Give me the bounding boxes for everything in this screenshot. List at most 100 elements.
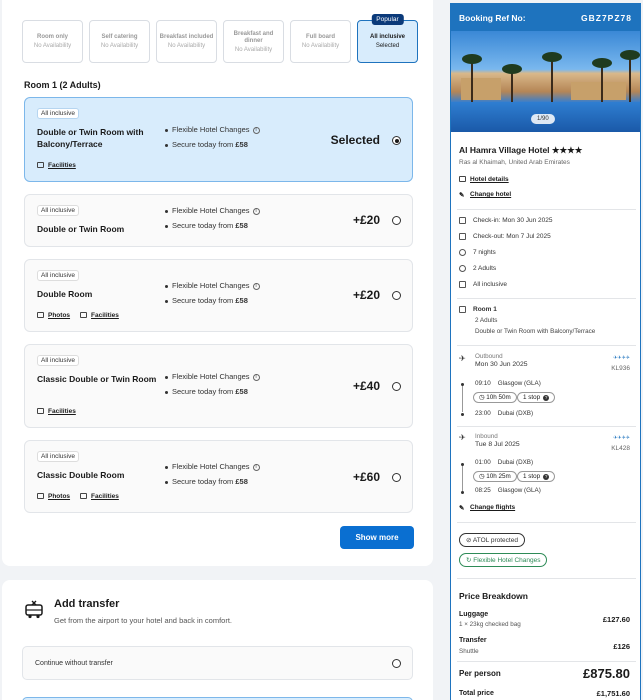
timeline-dot	[461, 463, 464, 466]
info-icon[interactable]: i	[252, 373, 260, 381]
room-name: Classic Double or Twin Room	[37, 374, 157, 384]
transfer-sub: Shuttle	[459, 648, 479, 655]
board-self-catering[interactable]: Self catering No Availability	[89, 20, 150, 63]
board-options: Room only No Availability Self catering …	[22, 14, 418, 63]
change-flights-link[interactable]: ✎ Change flights	[459, 504, 515, 513]
feature-secure: Secure today from £58	[165, 296, 248, 305]
feature-flexible: Flexible Hotel Changes i	[165, 281, 260, 290]
feature-secure: Secure today from £58	[165, 387, 248, 396]
show-more-button[interactable]: Show more	[340, 526, 414, 549]
board-tag: All inclusive	[37, 205, 79, 216]
room-name: Double or Twin Room	[37, 224, 125, 234]
booking-ref-code: GBZ7PZ78	[581, 12, 632, 23]
facilities-link[interactable]: Facilities	[80, 312, 119, 319]
room-radio[interactable]	[392, 136, 401, 145]
photos-icon	[37, 312, 44, 319]
info-icon[interactable]: i	[252, 207, 260, 215]
room-option[interactable]: All inclusive Double or Twin Room Flexib…	[24, 194, 413, 247]
transfer-radio[interactable]	[392, 659, 401, 668]
room-type: Double or Twin Room with Balcony/Terrace	[475, 328, 596, 335]
facilities-icon	[37, 408, 44, 415]
booking-summary: Booking Ref No: GBZ7PZ78 1/90 Al Hamra V…	[450, 3, 641, 700]
inbound-stops[interactable]: 1 stop?	[517, 471, 556, 482]
timeline	[462, 384, 463, 412]
room-option[interactable]: All inclusive Double Room Flexible Hotel…	[24, 259, 413, 332]
check-in: Check-in: Mon 30 Jun 2025	[459, 217, 553, 224]
room-title: Room 1	[459, 306, 497, 313]
divider	[457, 209, 636, 210]
photos-link[interactable]: Photos	[37, 493, 70, 500]
image-counter: 1/90	[531, 114, 555, 124]
room-name: Classic Double Room	[37, 470, 125, 480]
flex-badge: ↻ Flexible Hotel Changes	[459, 553, 548, 567]
board-breakfast-included[interactable]: Breakfast included No Availability	[156, 20, 217, 63]
bed-icon	[459, 306, 466, 313]
board-tag: All inclusive	[37, 108, 79, 119]
change-hotel-link[interactable]: ✎ Change hotel	[459, 191, 511, 200]
room-heading: Room 1 (2 Adults)	[24, 80, 101, 90]
feature-secure: Secure today from £58	[165, 140, 248, 149]
facilities-link[interactable]: Facilities	[80, 493, 119, 500]
board-name: Breakfast and dinner	[233, 30, 274, 44]
info-icon[interactable]: i	[252, 463, 260, 471]
booking-ref-bar: Booking Ref No: GBZ7PZ78	[451, 4, 640, 31]
plane-icon: ✈	[459, 433, 466, 442]
facilities-link[interactable]: Facilities	[37, 408, 76, 415]
timeline	[462, 463, 463, 491]
board-name: Self catering	[101, 34, 138, 40]
photos-link[interactable]: Photos	[37, 312, 70, 319]
outbound-dep: 09:10 Glasgow (GLA)	[475, 380, 541, 387]
room-name: Double Room	[37, 289, 93, 299]
people-icon	[459, 265, 466, 272]
check-out: Check-out: Mon 7 Jul 2025	[459, 233, 551, 240]
airline-logo-icon: ✈✈✈✈	[613, 435, 630, 441]
board-status: No Availability	[100, 43, 139, 49]
timeline-dot	[461, 491, 464, 494]
board-all-inclusive[interactable]: Popular All inclusive Selected	[357, 14, 418, 63]
board-status: No Availability	[33, 43, 72, 49]
outbound-flight: KL936	[611, 365, 630, 372]
board-name: Full board	[306, 34, 335, 40]
transfer-option-none[interactable]: Continue without transfer	[22, 646, 413, 680]
info-icon[interactable]: i	[252, 282, 260, 290]
facilities-icon	[37, 162, 44, 169]
room-links: Facilities	[37, 408, 76, 415]
divider	[457, 522, 636, 523]
outbound-stops[interactable]: 1 stop?	[517, 392, 556, 403]
hotel-image[interactable]: 1/90	[451, 31, 640, 132]
room-radio[interactable]	[392, 473, 401, 482]
divider	[457, 426, 636, 427]
transfer-label: Transfer	[459, 637, 487, 644]
calendar-icon	[459, 233, 466, 240]
room-option[interactable]: All inclusive Classic Double Room Flexib…	[24, 440, 413, 513]
room-option[interactable]: All inclusive Double or Twin Room with B…	[24, 97, 413, 182]
room-radio[interactable]	[392, 216, 401, 225]
divider	[457, 345, 636, 346]
room-option[interactable]: All inclusive Classic Double or Twin Roo…	[24, 344, 413, 428]
luggage-price: £127.60	[602, 615, 630, 624]
facilities-icon	[80, 312, 88, 319]
board-tag: All inclusive	[37, 451, 79, 462]
board-type: All inclusive	[459, 281, 507, 288]
pencil-icon: ✎	[459, 192, 465, 200]
pencil-icon: ✎	[459, 505, 465, 513]
board-room-only[interactable]: Room only No Availability	[22, 20, 83, 63]
board-breakfast-dinner[interactable]: Breakfast and dinner No Availability	[223, 20, 284, 63]
airline-logo-icon: ✈✈✈✈	[613, 355, 630, 361]
outbound-label: Outbound	[475, 353, 503, 360]
info-icon[interactable]: i	[252, 126, 260, 134]
facilities-link[interactable]: Facilities	[37, 162, 76, 169]
feature-flexible: Flexible Hotel Changes i	[165, 125, 260, 134]
room-links: Facilities	[37, 162, 76, 169]
divider	[457, 298, 636, 299]
room-radio[interactable]	[392, 291, 401, 300]
hotel-details-link[interactable]: Hotel details	[459, 176, 509, 183]
inbound-duration: ◷ 10h 25m	[473, 471, 517, 482]
room-radio[interactable]	[392, 382, 401, 391]
total-label: Total price	[459, 690, 494, 697]
calendar-icon	[459, 217, 466, 224]
board-full-board[interactable]: Full board No Availability	[290, 20, 351, 63]
feature-flexible: Flexible Hotel Changes i	[165, 206, 260, 215]
adults: 2 Adults	[459, 265, 496, 272]
transfer-title: Add transfer	[54, 598, 120, 610]
